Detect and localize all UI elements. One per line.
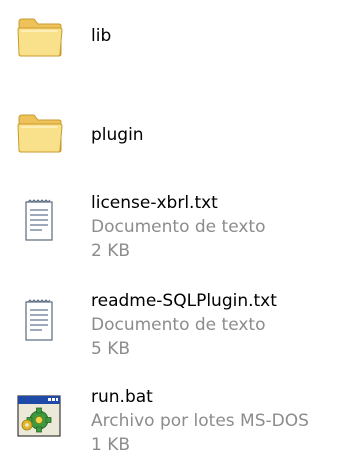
batch-file-icon <box>14 392 64 442</box>
text-document-icon <box>14 196 64 246</box>
file-item-readme-sqlplugin[interactable]: readme-SQLPlugin.txt Documento de texto … <box>0 290 351 370</box>
file-name: run.bat <box>91 387 153 407</box>
file-type: Documento de texto <box>91 217 266 237</box>
file-size: 1 KB <box>91 435 131 455</box>
file-name: readme-SQLPlugin.txt <box>91 291 277 311</box>
file-item-license-xbrl[interactable]: license-xbrl.txt Documento de texto 2 KB <box>0 190 351 270</box>
folder-icon <box>14 106 64 156</box>
file-item-run-bat[interactable]: run.bat Archivo por lotes MS-DOS 1 KB <box>0 386 351 466</box>
file-size: 2 KB <box>91 241 131 261</box>
text-document-icon <box>14 296 64 346</box>
file-size: 5 KB <box>91 339 131 359</box>
file-name: plugin <box>91 125 144 145</box>
file-type: Documento de texto <box>91 315 266 335</box>
file-name: lib <box>91 26 112 46</box>
file-name: license-xbrl.txt <box>91 193 218 213</box>
file-item-plugin[interactable]: plugin <box>0 102 351 164</box>
file-type: Archivo por lotes MS-DOS <box>91 411 309 431</box>
file-item-lib[interactable]: lib <box>0 4 351 66</box>
folder-icon <box>14 10 64 60</box>
